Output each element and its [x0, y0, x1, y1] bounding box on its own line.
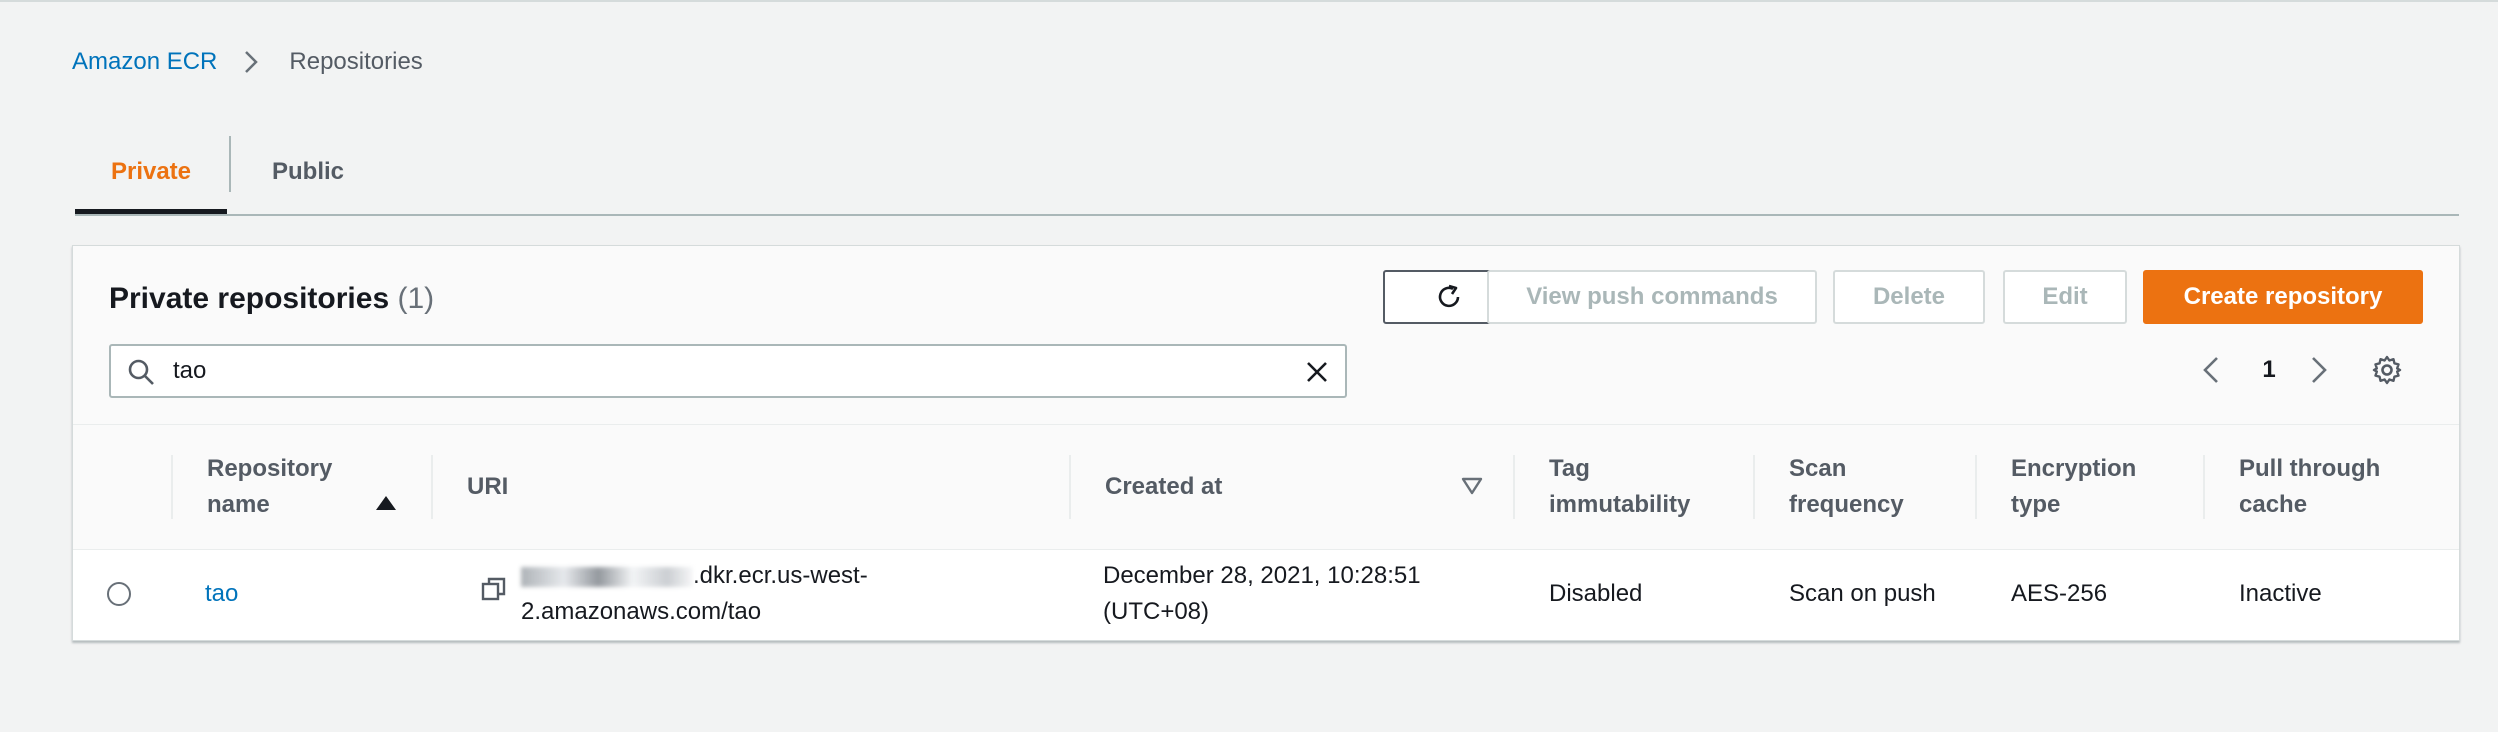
uri-line-2: 2.amazonaws.com/tao — [521, 598, 762, 625]
column-header-repository-name[interactable]: Repository name — [207, 425, 407, 549]
panel-title: Private repositories (1) — [109, 282, 434, 316]
column-header-pull-through-cache[interactable]: Pull through cache — [2239, 425, 2459, 549]
column-header-scan-frequency[interactable]: Scan frequency — [1789, 425, 1989, 549]
cell-tag-immutability: Disabled — [1549, 580, 1643, 607]
breadcrumb-amazon-ecr[interactable]: Amazon ECR — [72, 48, 217, 76]
redacted-account-id — [521, 566, 693, 587]
table-header: Repository name URI Created at Tag immut… — [73, 425, 2459, 550]
breadcrumb: Amazon ECR Repositories — [72, 44, 423, 80]
sort-ascending-icon[interactable] — [375, 495, 397, 511]
column-separator — [1513, 455, 1515, 519]
created-at-line-1: December 28, 2021, 10:28:51 — [1103, 562, 1421, 589]
search-value[interactable]: tao — [173, 346, 206, 396]
column-separator — [2203, 455, 2205, 519]
create-repository-button[interactable]: Create repository — [2143, 270, 2423, 324]
tab-public[interactable]: Public — [233, 132, 383, 212]
cell-pull-through-cache: Inactive — [2239, 580, 2322, 607]
sort-caret-down-icon[interactable] — [1461, 477, 1483, 495]
cell-uri: .dkr.ecr.us-west- 2.amazonaws.com/tao — [521, 558, 881, 630]
column-header-encryption-type[interactable]: Encryption type — [2011, 425, 2211, 549]
search-input[interactable]: tao — [109, 344, 1347, 398]
column-header-tag-immutability[interactable]: Tag immutability — [1549, 425, 1749, 549]
column-header-uri[interactable]: URI — [467, 425, 867, 549]
tab-divider — [229, 136, 231, 192]
tab-private[interactable]: Private — [75, 132, 227, 214]
breadcrumb-repositories: Repositories — [289, 48, 423, 75]
chevron-right-icon — [231, 49, 271, 75]
view-push-commands-button[interactable]: View push commands — [1487, 270, 1817, 324]
row-select-radio[interactable] — [107, 582, 131, 606]
column-separator — [1975, 455, 1977, 519]
chevron-left-icon[interactable] — [2197, 352, 2225, 388]
page-top-border — [0, 0, 2498, 2]
copy-icon[interactable] — [481, 576, 507, 602]
chevron-right-icon[interactable] — [2305, 352, 2333, 388]
delete-button[interactable]: Delete — [1833, 270, 1985, 324]
pagination-current-page[interactable]: 1 — [2255, 352, 2283, 388]
repository-count: (1) — [397, 282, 435, 315]
close-icon[interactable] — [1303, 358, 1331, 386]
created-at-line-2: (UTC+08) — [1103, 598, 1210, 625]
column-header-created-at[interactable]: Created at — [1105, 425, 1405, 549]
search-icon — [128, 359, 154, 385]
gear-icon[interactable] — [2371, 354, 2403, 386]
table-row: tao .dkr.ecr.us-west- 2.amazonaws.com/ta… — [73, 550, 2459, 638]
column-separator — [1753, 455, 1755, 519]
refresh-icon — [1438, 284, 1460, 308]
edit-button[interactable]: Edit — [2003, 270, 2127, 324]
column-separator — [431, 455, 433, 519]
repository-visibility-tabs: Private Public — [75, 132, 2459, 216]
panel-header: Private repositories (1) View push comma… — [73, 246, 2459, 425]
private-repositories-panel: Private repositories (1) View push comma… — [72, 245, 2460, 641]
cell-encryption-type: AES-256 — [2011, 580, 2108, 607]
repository-link[interactable]: tao — [205, 576, 238, 612]
panel-title-text: Private repositories — [109, 282, 390, 315]
cell-created-at: December 28, 2021, 10:28:51 (UTC+08) — [1103, 550, 1463, 638]
column-separator — [1069, 455, 1071, 519]
uri-line-1: .dkr.ecr.us-west- — [693, 562, 868, 589]
column-separator — [171, 455, 173, 519]
cell-scan-frequency: Scan on push — [1789, 580, 1936, 607]
cell-repository-name: tao — [205, 550, 238, 638]
